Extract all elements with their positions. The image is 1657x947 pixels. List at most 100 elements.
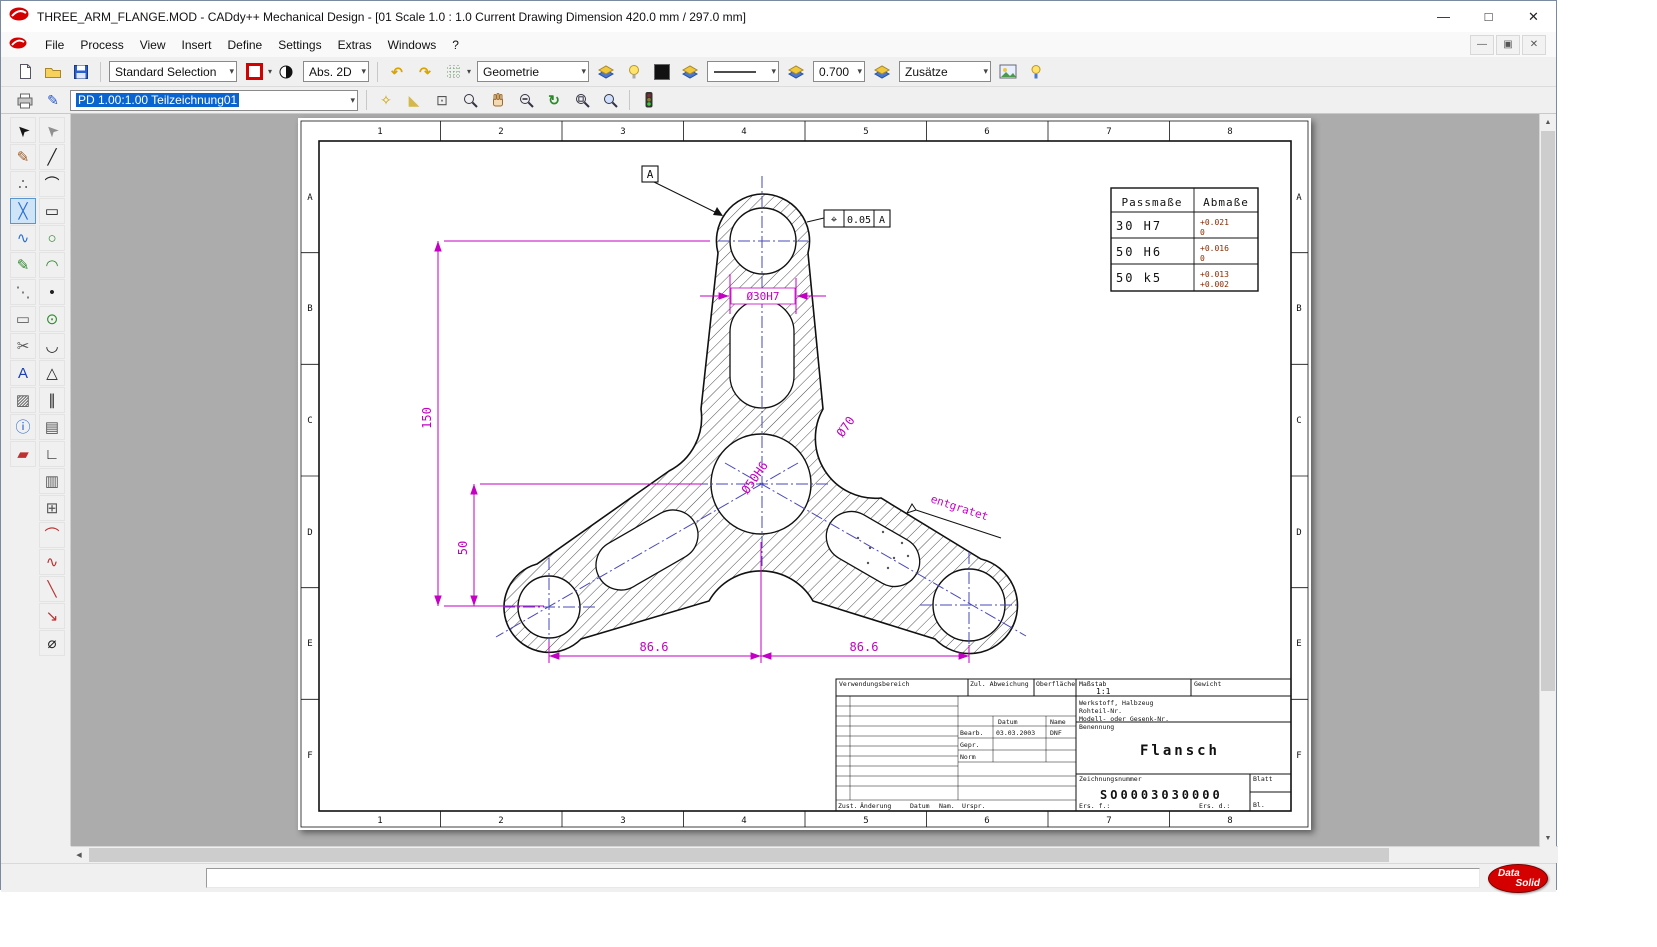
hatch-edit-tool[interactable]: ╳ — [10, 198, 36, 224]
circle-tool[interactable]: ○ — [39, 225, 65, 251]
selection-mode-combo[interactable]: Standard Selection ▾ — [109, 61, 237, 82]
scroll-down-icon[interactable]: ▼ — [1540, 830, 1556, 846]
erase-tool[interactable]: ▰ — [10, 441, 36, 467]
drawing-canvas[interactable]: 12345678 12345678 ABCDEF ABCDEF — [71, 114, 1542, 846]
mdi-minimize-button[interactable]: — — [1470, 35, 1494, 55]
svg-text:50 H6: 50 H6 — [1116, 245, 1162, 259]
redo-button[interactable]: ↷ — [412, 59, 438, 85]
corner-tool[interactable]: ∟ — [39, 441, 65, 467]
line-tool[interactable]: ╱ — [39, 144, 65, 170]
measure-pencil-tool[interactable]: ✎ — [10, 252, 36, 278]
light-settings-icon[interactable] — [1023, 59, 1049, 85]
menu-view[interactable]: View — [132, 35, 174, 55]
regen-button[interactable]: ↻ — [541, 87, 567, 113]
menu-settings[interactable]: Settings — [270, 35, 329, 55]
hatch-tool[interactable]: ▨ — [10, 387, 36, 413]
line-style-combo[interactable]: ▾ — [707, 61, 779, 82]
menu-insert[interactable]: Insert — [174, 35, 220, 55]
diameter-tool[interactable]: ⌀ — [39, 630, 65, 656]
parallel-line-tool[interactable]: ∥ — [39, 387, 65, 413]
minimize-button[interactable]: — — [1421, 1, 1466, 32]
layer-visibility-bulb-icon[interactable] — [621, 59, 647, 85]
current-color-button[interactable] — [241, 59, 267, 85]
info-tool[interactable]: ⓘ — [10, 414, 36, 440]
horizontal-scroll-thumb[interactable] — [89, 848, 1389, 862]
quick-select-button[interactable]: ✧ — [373, 87, 399, 113]
pick-box-button[interactable]: ⊡ — [429, 87, 455, 113]
pan-hand-button[interactable] — [485, 87, 511, 113]
menu-define[interactable]: Define — [220, 35, 271, 55]
color-dropdown-arrow-icon[interactable]: ▾ — [268, 67, 272, 76]
trim-tool[interactable]: ✂ — [10, 333, 36, 359]
open-file-button[interactable] — [40, 59, 66, 85]
scroll-up-icon[interactable]: ▲ — [1540, 114, 1556, 130]
cylinder-tool[interactable]: ▥ — [39, 468, 65, 494]
svg-text:Ers. d.:: Ers. d.: — [1199, 802, 1230, 810]
polyline-tool[interactable]: ⌒ — [39, 171, 65, 197]
layers-icon[interactable] — [593, 59, 619, 85]
horizontal-scrollbar[interactable]: ◀ ▶ — [71, 846, 1558, 863]
measure-triangle-button[interactable]: ◣ — [401, 87, 427, 113]
vertical-scroll-thumb[interactable] — [1541, 131, 1555, 691]
scroll-left-icon[interactable]: ◀ — [71, 847, 87, 863]
print-button[interactable] — [12, 87, 38, 113]
traffic-light-icon[interactable] — [636, 87, 662, 113]
layers-icon[interactable] — [869, 59, 895, 85]
arc-tool[interactable]: ◠ — [39, 252, 65, 278]
spray-points-tool[interactable]: ∴ — [10, 171, 36, 197]
tangent-arc-tool[interactable]: ◡ — [39, 333, 65, 359]
point-tool[interactable]: • — [39, 279, 65, 305]
menu-process[interactable]: Process — [72, 35, 131, 55]
menu-help[interactable]: ? — [444, 35, 467, 55]
layers-icon[interactable] — [783, 59, 809, 85]
layers-icon[interactable] — [677, 59, 703, 85]
window-select-tool[interactable]: ▭ — [10, 306, 36, 332]
vertical-scrollbar[interactable]: ▲ ▼ — [1539, 114, 1556, 846]
extras-combo[interactable]: Zusätze ▾ — [899, 61, 991, 82]
svg-text:8: 8 — [1227, 127, 1232, 137]
save-button[interactable] — [68, 59, 94, 85]
zoom-window-button[interactable] — [457, 87, 483, 113]
coordinate-mode-combo[interactable]: Abs. 2D ▾ — [303, 61, 369, 82]
grid-dropdown-arrow-icon[interactable]: ▾ — [467, 67, 471, 76]
zoom-fit-button[interactable] — [597, 87, 623, 113]
close-button[interactable]: ✕ — [1511, 1, 1556, 32]
select-tool[interactable]: ➤ — [10, 117, 36, 143]
diagonal-line-tool[interactable]: ╲ — [39, 576, 65, 602]
maximize-button[interactable]: □ — [1466, 1, 1511, 32]
hatch-area-tool[interactable]: ▤ — [39, 414, 65, 440]
mdi-close-button[interactable]: ✕ — [1522, 35, 1546, 55]
svg-text:0: 0 — [1200, 254, 1205, 263]
frame-tool[interactable]: ⊞ — [39, 495, 65, 521]
chevron-down-icon: ▾ — [224, 66, 234, 77]
active-drawing-combo[interactable]: PD 1.00:1.00 Teilzeichnung01 ▾ — [70, 90, 358, 111]
edit-pencil-tool[interactable]: ✎ — [10, 144, 36, 170]
line-color-swatch[interactable] — [649, 59, 675, 85]
concentric-circle-tool[interactable]: ⊙ — [39, 306, 65, 332]
polygon-tool[interactable]: △ — [39, 360, 65, 386]
direct-select-tool[interactable]: ➤ — [39, 117, 65, 143]
pen-settings-button[interactable]: ✎ — [40, 87, 66, 113]
center-snap-icon[interactable] — [273, 59, 299, 85]
rectangle-tool[interactable]: ▭ — [39, 198, 65, 224]
zoom-previous-button[interactable] — [513, 87, 539, 113]
spline-tool[interactable]: ∿ — [39, 549, 65, 575]
layer-group-combo[interactable]: Geometrie ▾ — [477, 61, 589, 82]
mdi-restore-button[interactable]: ▣ — [1496, 35, 1520, 55]
new-file-button[interactable] — [12, 59, 38, 85]
curve-edit-tool[interactable]: ∿ — [10, 225, 36, 251]
zoom-area-button[interactable] — [569, 87, 595, 113]
undo-button[interactable]: ↶ — [384, 59, 410, 85]
snap-point-tool[interactable]: ⋱ — [10, 279, 36, 305]
fillet-tool[interactable]: ⌒ — [39, 522, 65, 548]
menu-windows[interactable]: Windows — [380, 35, 445, 55]
menu-extras[interactable]: Extras — [330, 35, 380, 55]
drawing-svg: 12345678 12345678 ABCDEF ABCDEF — [298, 118, 1311, 830]
line-width-combo[interactable]: 0.700 ▾ — [813, 61, 865, 82]
text-tool[interactable]: A — [10, 360, 36, 386]
grid-button[interactable] — [440, 59, 466, 85]
render-image-icon[interactable] — [995, 59, 1021, 85]
leader-tool[interactable]: ↘ — [39, 603, 65, 629]
menu-file[interactable]: File — [37, 35, 72, 55]
svg-text:Oberfläche: Oberfläche — [1036, 680, 1075, 688]
